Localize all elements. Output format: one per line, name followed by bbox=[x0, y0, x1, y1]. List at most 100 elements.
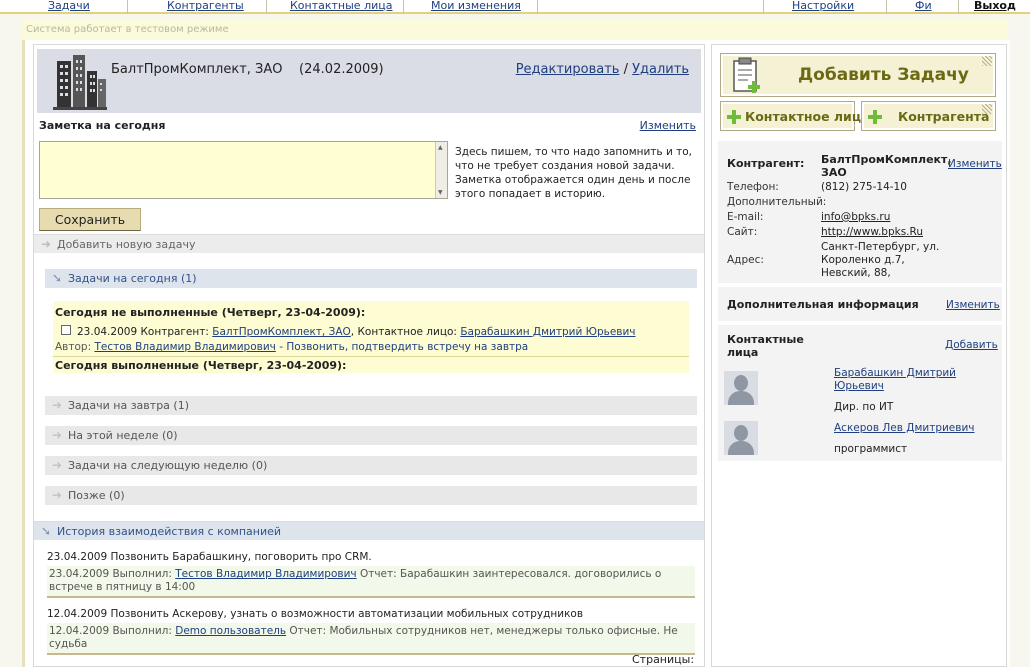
nav-divider bbox=[537, 0, 538, 14]
main-column: БалтПромКомплект, ЗАО (24.02.2009) Редак… bbox=[33, 44, 705, 667]
add-contact-label: Контактное лицо bbox=[745, 109, 870, 124]
company-title: БалтПромКомплект, ЗАО (24.02.2009) bbox=[111, 62, 384, 77]
nav-divider bbox=[886, 0, 887, 14]
page-body: БалтПромКомплект, ЗАО (24.02.2009) Редак… bbox=[22, 40, 1010, 667]
save-note-button[interactable]: Сохранить bbox=[39, 208, 141, 231]
phone-label: Телефон: bbox=[727, 181, 779, 193]
site-link[interactable]: http://www.bpks.Ru bbox=[821, 226, 923, 239]
add-task-label: Добавить Задачу bbox=[798, 65, 969, 85]
section-today[interactable]: ➘ Задачи на сегодня (1) bbox=[45, 269, 697, 288]
buildings-icon bbox=[53, 55, 107, 110]
section-later-label: Позже (0) bbox=[68, 489, 125, 502]
company-date: (24.02.2009) bbox=[299, 62, 384, 77]
section-later[interactable]: ➜ Позже (0) bbox=[45, 486, 697, 505]
note-help-text: Здесь пишем, то что надо запомнить и то,… bbox=[455, 146, 692, 200]
divider bbox=[53, 356, 689, 357]
avatar bbox=[724, 371, 758, 405]
done-heading: Сегодня выполненные (Четверг, 23-04-2009… bbox=[55, 359, 347, 372]
edit-additional-link[interactable]: Изменить bbox=[946, 299, 1000, 311]
add-contractor-label: Контрагента bbox=[898, 109, 990, 124]
arrow-right-icon: ➜ bbox=[52, 458, 63, 472]
address-label: Адрес: bbox=[727, 254, 764, 266]
section-next-week-label: Задачи на следующую неделю (0) bbox=[68, 459, 268, 472]
history-item-user-link[interactable]: Demo пользователь bbox=[175, 625, 286, 637]
history-item-title: 12.04.2009 Позвонить Аскерову, узнать о … bbox=[47, 608, 584, 620]
history-item-user-link[interactable]: Тестов Владимир Владимирович bbox=[175, 568, 356, 580]
contact-name-link[interactable]: Аскеров Лев Дмитриевич bbox=[834, 422, 974, 434]
extra-phone-label: Дополнительный: bbox=[727, 196, 827, 208]
scroll-down-icon[interactable]: ▼ bbox=[438, 189, 443, 196]
email-link[interactable]: info@bpks.ru bbox=[821, 211, 890, 224]
history-title: История взаимодействия с компанией bbox=[57, 525, 282, 538]
note-title: Заметка на сегодня bbox=[39, 119, 166, 132]
note-scrollbar[interactable]: ▲ ▼ bbox=[435, 142, 447, 198]
contact-name-link[interactable]: Барабашкин Дмитрий Юрьевич bbox=[834, 367, 964, 393]
section-tomorrow[interactable]: ➜ Задачи на завтра (1) bbox=[45, 396, 697, 415]
section-this-week[interactable]: ➜ На этой неделе (0) bbox=[45, 426, 697, 445]
company-actions: Редактировать / Удалить bbox=[516, 62, 689, 77]
nav-tasks[interactable]: Задачи bbox=[48, 0, 90, 12]
nav-divider bbox=[403, 0, 404, 14]
nav-contractors[interactable]: Контрагенты bbox=[167, 0, 244, 12]
history-header[interactable]: ➘ История взаимодействия с компанией bbox=[34, 521, 704, 540]
history-item: 23.04.2009 Позвонить Барабашкину, погово… bbox=[47, 551, 695, 598]
task-author-link[interactable]: Тестов Владимир Владимирович bbox=[94, 341, 275, 353]
test-mode-banner: Система работает в тестовом режиме bbox=[22, 20, 1008, 39]
history-item-date: 23.04.2009 Выполнил: bbox=[49, 568, 172, 580]
arrow-right-icon: ➜ bbox=[52, 398, 63, 412]
contacts-panel: Контактные лица Добавить Барабашкин Дмит… bbox=[718, 325, 1002, 461]
pagination-label: Страницы: bbox=[632, 653, 695, 666]
nav-user[interactable]: Фи bbox=[915, 0, 932, 12]
history-item-title: 23.04.2009 Позвонить Барабашкину, погово… bbox=[47, 551, 372, 563]
nav-divider bbox=[127, 0, 128, 14]
nav-divider bbox=[763, 0, 764, 14]
nav-contacts[interactable]: Контактные лица bbox=[290, 0, 392, 12]
history-item: 12.04.2009 Позвонить Аскерову, узнать о … bbox=[47, 608, 695, 655]
contractor-label: Контрагент: bbox=[727, 157, 805, 170]
delete-company-link[interactable]: Удалить bbox=[632, 62, 689, 77]
task-row: 23.04.2009 Контрагент: БалтПромКомплект,… bbox=[77, 326, 636, 338]
nav-logout[interactable]: Выход bbox=[974, 0, 1016, 12]
task-author-row: Автор: Тестов Владимир Владимирович - По… bbox=[55, 341, 528, 353]
avatar bbox=[724, 421, 758, 455]
not-done-heading: Сегодня не выполненные (Четверг, 23-04-2… bbox=[55, 306, 366, 319]
add-contact-link[interactable]: Добавить bbox=[945, 339, 998, 351]
task-description-link[interactable]: - Позвонить, подтвердить встречу на завт… bbox=[276, 341, 528, 353]
contacts-title: Контактные лица bbox=[727, 333, 804, 359]
arrow-right-icon: ➜ bbox=[52, 428, 63, 442]
note-edit-link[interactable]: Изменить bbox=[640, 119, 696, 132]
additional-info-title: Дополнительная информация bbox=[727, 298, 919, 311]
phone-value: (812) 275-14-10 bbox=[821, 181, 907, 193]
contact-role: программист bbox=[834, 443, 908, 455]
section-tomorrow-label: Задачи на завтра (1) bbox=[68, 399, 189, 412]
task-contact-link[interactable]: Барабашкин Дмитрий Юрьевич bbox=[460, 326, 635, 338]
note-textarea[interactable]: ▲ ▼ bbox=[39, 141, 448, 199]
history-item-date: 12.04.2009 Выполнил: bbox=[49, 625, 172, 637]
top-navigation: Задачи Контрагенты Контактные лица Мои и… bbox=[0, 0, 1030, 14]
nav-divider bbox=[266, 0, 267, 14]
section-this-week-label: На этой неделе (0) bbox=[68, 429, 178, 442]
add-task-bar-label: Добавить новую задачу bbox=[57, 238, 196, 251]
arrow-right-icon: ➜ bbox=[52, 488, 63, 502]
plus-icon bbox=[868, 110, 882, 124]
nav-settings[interactable]: Настройки bbox=[792, 0, 854, 12]
arrow-down-icon: ➘ bbox=[52, 271, 63, 285]
contractor-value: БалтПромКомплект, ЗАО bbox=[821, 153, 952, 179]
edit-company-link[interactable]: Редактировать bbox=[516, 62, 620, 77]
scroll-up-icon[interactable]: ▲ bbox=[438, 144, 443, 151]
add-contact-button[interactable]: Контактное лицо bbox=[720, 101, 870, 131]
nav-my-changes[interactable]: Мои изменения bbox=[431, 0, 521, 12]
arrow-right-icon: ➜ bbox=[41, 237, 52, 251]
task-contractor-link[interactable]: БалтПромКомплект, ЗАО bbox=[212, 326, 351, 338]
history-item-details: 12.04.2009 Выполнил: Demo пользователь О… bbox=[47, 623, 695, 655]
add-task-bar[interactable]: ➜ Добавить новую задачу bbox=[34, 234, 704, 253]
section-next-week[interactable]: ➜ Задачи на следующую неделю (0) bbox=[45, 456, 697, 475]
task-contact-prefix: , Контактное лицо: bbox=[350, 326, 457, 338]
task-checkbox[interactable] bbox=[61, 325, 71, 335]
edit-contractor-link[interactable]: Изменить bbox=[948, 158, 1002, 170]
email-label: E-mail: bbox=[727, 211, 764, 223]
plus-icon bbox=[727, 110, 741, 124]
add-task-button[interactable]: Добавить Задачу bbox=[720, 53, 996, 97]
site-label: Сайт: bbox=[727, 226, 758, 238]
add-contractor-button[interactable]: Контрагента bbox=[861, 101, 996, 131]
